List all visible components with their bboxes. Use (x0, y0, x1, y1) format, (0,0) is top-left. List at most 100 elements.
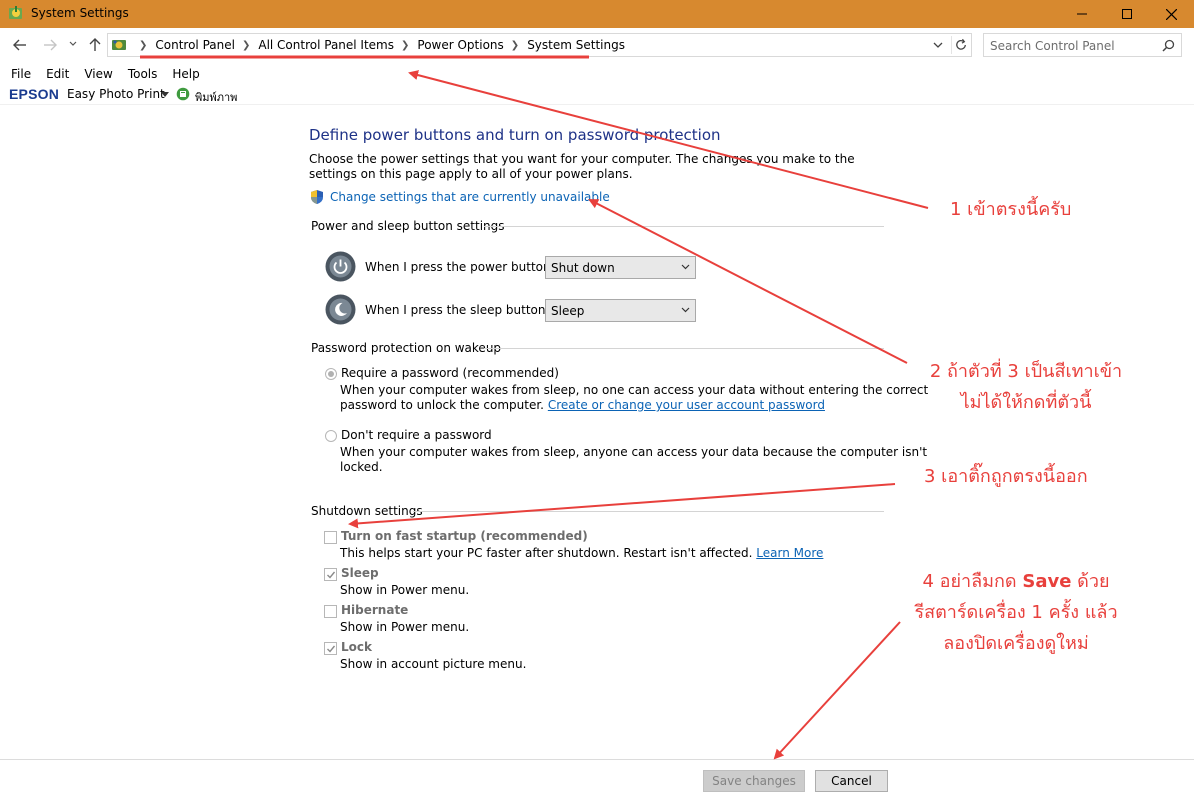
annotation-4-save: Save (1022, 571, 1072, 592)
refresh-icon[interactable] (951, 36, 971, 54)
breadcrumb-power-options[interactable]: Power Options (417, 38, 503, 52)
checkmark-icon (327, 571, 336, 579)
annotation-arrow-4 (773, 621, 901, 760)
no-password-radio[interactable] (325, 430, 337, 442)
require-password-radio[interactable] (325, 368, 337, 380)
require-password-desc: When your computer wakes from sleep, no … (340, 383, 928, 413)
sleep-button-icon (325, 294, 356, 325)
back-arrow-icon[interactable] (12, 37, 28, 53)
easy-photo-print-dropdown-icon[interactable] (161, 92, 169, 97)
section-divider (484, 226, 884, 227)
fast-startup-checkbox[interactable] (324, 531, 337, 544)
annotation-3: 3 เอาติ๊กถูกตรงนี้ออก (924, 466, 1088, 487)
easy-photo-print-button[interactable]: Easy Photo Print (67, 87, 165, 101)
minimize-icon (1077, 13, 1087, 15)
breadcrumb-all-control-panel-items[interactable]: All Control Panel Items (258, 38, 394, 52)
create-password-link[interactable]: Create or change your user account passw… (548, 398, 825, 412)
annotation-4-line2: รีสตาร์ดเครื่อง 1 ครั้ง แล้ว (914, 602, 1118, 623)
hibernate-desc: Show in Power menu. (340, 620, 470, 634)
annotation-4-pre: 4 อย่าลืมกด (922, 571, 1017, 592)
breadcrumb-separator-icon: ❯ (139, 39, 148, 51)
search-input[interactable] (990, 38, 1158, 54)
require-password-desc-line2: password to unlock the computer. (340, 398, 544, 412)
chevron-down-icon (681, 264, 690, 270)
sleep-label: Sleep (341, 566, 379, 580)
sleep-button-select[interactable]: Sleep (545, 299, 696, 322)
annotation-4-line1: 4 อย่าลืมกด Save ด้วย (908, 566, 1124, 597)
annotation-arrow-3 (348, 483, 896, 529)
close-icon (1165, 8, 1177, 20)
uac-shield-icon (311, 190, 323, 204)
power-button-icon (325, 251, 356, 282)
annotation-2: 2 ถ้าตัวที่ 3 เป็นสีเทาเข้า ไม่ได้ให้กดท… (924, 356, 1128, 418)
section-divider (413, 511, 884, 512)
change-settings-link[interactable]: Change settings that are currently unava… (309, 189, 610, 205)
no-password-desc: When your computer wakes from sleep, any… (340, 445, 927, 475)
power-button-select-value: Shut down (551, 261, 615, 275)
annotation-4-line3: ลองปิดเครื่องดูใหม่ (943, 633, 1089, 654)
sleep-checkbox[interactable] (324, 568, 337, 581)
maximize-button[interactable] (1104, 0, 1150, 28)
menu-edit[interactable]: Edit (40, 66, 75, 84)
breadcrumb-separator-icon[interactable]: ❯ (401, 40, 409, 51)
search-box[interactable] (983, 33, 1182, 57)
footer-divider (0, 759, 1194, 760)
require-password-label: Require a password (recommended) (341, 366, 559, 380)
title-bar: System Settings (0, 0, 1194, 28)
section-divider (484, 348, 884, 349)
section-title-shutdown: Shutdown settings (311, 504, 423, 518)
hibernate-label: Hibernate (341, 603, 409, 617)
sleep-button-select-value: Sleep (551, 304, 585, 318)
window-title: System Settings (31, 6, 129, 20)
minimize-button[interactable] (1059, 0, 1105, 28)
lock-checkbox[interactable] (324, 642, 337, 655)
power-button-label: When I press the power button: (365, 260, 555, 274)
breadcrumb-control-panel[interactable]: Control Panel (155, 38, 235, 52)
breadcrumb-separator-icon[interactable]: ❯ (511, 40, 519, 51)
lock-desc: Show in account picture menu. (340, 657, 527, 671)
menu-help[interactable]: Help (166, 66, 205, 84)
change-settings-link-text[interactable]: Change settings that are currently unava… (330, 190, 610, 204)
annotation-4-post: ด้วย (1077, 571, 1110, 592)
maximize-icon (1122, 9, 1132, 19)
epson-logo: EPSON (9, 86, 60, 102)
chevron-down-icon (681, 307, 690, 313)
menu-bar: File Edit View Tools Help (0, 66, 209, 84)
annotation-4: 4 อย่าลืมกด Save ด้วย รีสตาร์ดเครื่อง 1 … (908, 566, 1124, 659)
up-arrow-icon[interactable] (87, 36, 103, 52)
menu-tools[interactable]: Tools (122, 66, 164, 84)
no-password-label: Don't require a password (341, 428, 492, 442)
section-title-power-sleep: Power and sleep button settings (311, 219, 505, 233)
lock-label: Lock (341, 640, 372, 654)
power-button-select[interactable]: Shut down (545, 256, 696, 279)
menu-view[interactable]: View (78, 66, 118, 84)
breadcrumb-separator-icon[interactable]: ❯ (242, 40, 250, 51)
hibernate-checkbox[interactable] (324, 605, 337, 618)
address-dropdown-chevron-icon[interactable] (931, 39, 945, 51)
printer-icon[interactable] (176, 87, 190, 101)
fast-startup-desc-text: This helps start your PC faster after sh… (340, 546, 753, 560)
intro-text: Choose the power settings that you want … (309, 152, 855, 181)
control-panel-icon (112, 40, 126, 50)
sleep-button-label: When I press the sleep button: (365, 303, 550, 317)
recent-locations-chevron-icon[interactable] (68, 38, 78, 50)
breadcrumb-system-settings[interactable]: System Settings (527, 38, 625, 52)
no-password-desc-line2: locked. (340, 460, 383, 474)
menu-file[interactable]: File (0, 66, 37, 84)
fast-startup-label: Turn on fast startup (recommended) (341, 529, 588, 543)
forward-arrow-icon[interactable] (42, 37, 58, 53)
sleep-desc: Show in Power menu. (340, 583, 470, 597)
annotation-2-line2: ไม่ได้ให้กดที่ตัวนี้ (960, 392, 1092, 413)
epson-toolbar: EPSON Easy Photo Print พิมพ์ภาพ (0, 85, 1194, 105)
checkmark-icon (327, 645, 336, 653)
annotation-1: 1 เข้าตรงนี้ครับ (950, 199, 1072, 220)
print-photo-button[interactable]: พิมพ์ภาพ (195, 88, 237, 106)
cancel-button[interactable]: Cancel (815, 770, 888, 792)
learn-more-link[interactable]: Learn More (756, 546, 823, 560)
search-icon[interactable] (1162, 39, 1175, 52)
power-options-app-icon (9, 6, 22, 19)
close-button[interactable] (1148, 0, 1194, 28)
breadcrumb: ❯ Control Panel ❯ All Control Panel Item… (132, 37, 625, 53)
annotation-2-line1: 2 ถ้าตัวที่ 3 เป็นสีเทาเข้า (929, 361, 1123, 382)
save-changes-button[interactable]: Save changes (703, 770, 805, 792)
